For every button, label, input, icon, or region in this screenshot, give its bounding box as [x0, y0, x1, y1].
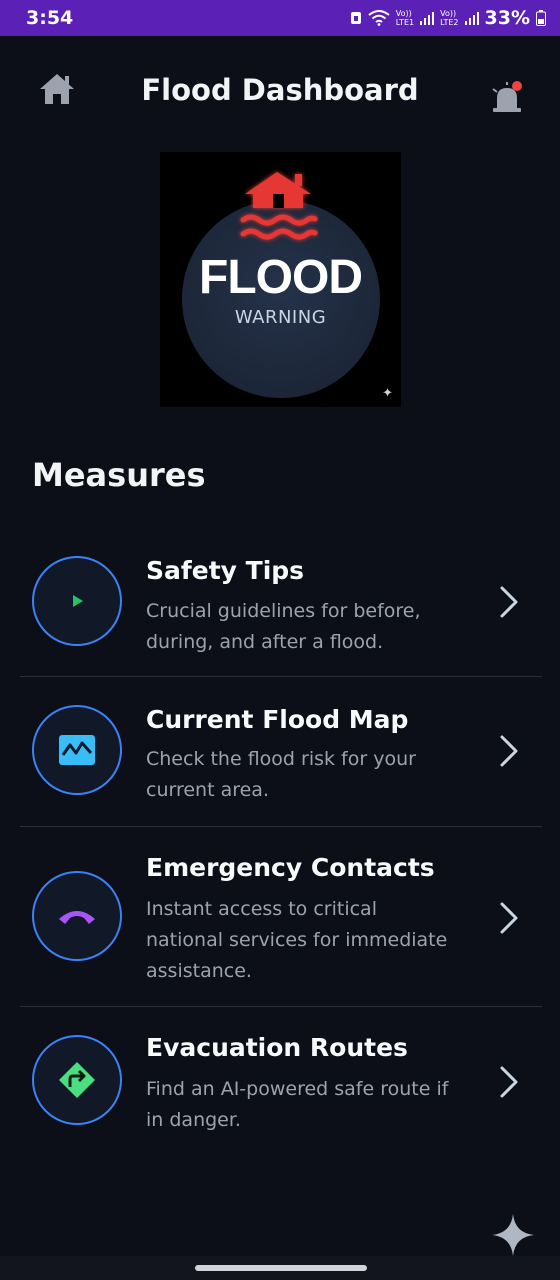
measure-title: Evacuation Routes: [146, 1033, 408, 1062]
battery-percent: 33%: [484, 7, 530, 29]
divider: [20, 826, 542, 827]
map-chart-icon: [59, 735, 95, 765]
flood-warning-image: FLOOD WARNING ✦: [160, 152, 401, 407]
network-1: Vo)) LTE1: [395, 9, 415, 27]
status-time: 3:54: [26, 7, 74, 29]
phone-icon: [59, 911, 95, 924]
home-gesture-handle[interactable]: [195, 1265, 367, 1271]
hero-flood-text: FLOOD: [199, 251, 363, 304]
sparkle-icon: ✦: [382, 386, 393, 401]
play-icon: [73, 595, 83, 607]
measure-title: Emergency Contacts: [146, 853, 435, 882]
measure-description: Find an AI-powered safe route if in dang…: [146, 1078, 449, 1131]
flooded-house-icon: [240, 172, 318, 240]
measure-icon-circle: [32, 556, 122, 646]
measure-title: Current Flood Map: [146, 705, 409, 734]
wifi-icon: [368, 10, 390, 26]
measure-description: Crucial guidelines for before, during, a…: [146, 600, 421, 653]
signal-icon: [464, 12, 479, 25]
battery-icon: [536, 10, 546, 26]
divider: [20, 1006, 542, 1007]
measure-icon-circle: [32, 871, 122, 961]
measure-description: Check the flood risk for your current ar…: [146, 748, 416, 801]
measure-item-safety-tips[interactable]: Safety Tips Crucial guidelines for befor…: [20, 548, 542, 676]
measure-icon-circle: [32, 705, 122, 795]
status-bar: 3:54 Vo)) LTE1 Vo)) LTE2 33%: [0, 0, 560, 36]
section-title: Measures: [32, 456, 206, 494]
sim-icon: [350, 12, 361, 24]
measure-item-flood-map[interactable]: Current Flood Map Check the flood risk f…: [20, 697, 542, 825]
alarm-icon[interactable]: [490, 80, 524, 114]
hero-warning-text: WARNING: [234, 307, 327, 328]
measure-item-emergency-contacts[interactable]: Emergency Contacts Instant access to cri…: [20, 846, 542, 1004]
page-title: Flood Dashboard: [141, 73, 419, 107]
sparkle-icon: [492, 1214, 534, 1256]
measure-title: Safety Tips: [146, 556, 305, 585]
chevron-right-icon: [500, 735, 518, 767]
chevron-right-icon: [500, 902, 518, 934]
measure-description: Instant access to critical national serv…: [146, 898, 448, 982]
status-icons: Vo)) LTE1 Vo)) LTE2 33%: [350, 7, 546, 29]
route-icon: [59, 1062, 95, 1098]
measure-item-evacuation-routes[interactable]: Evacuation Routes Find an AI-powered saf…: [20, 1026, 542, 1154]
signal-icon: [420, 12, 435, 25]
chevron-right-icon: [500, 586, 518, 618]
app-header: Flood Dashboard: [0, 60, 560, 120]
network-2: Vo)) LTE2: [440, 9, 459, 27]
chevron-right-icon: [500, 1066, 518, 1098]
measure-icon-circle: [32, 1035, 122, 1125]
navigation-bar: [0, 1256, 560, 1280]
divider: [20, 676, 542, 677]
